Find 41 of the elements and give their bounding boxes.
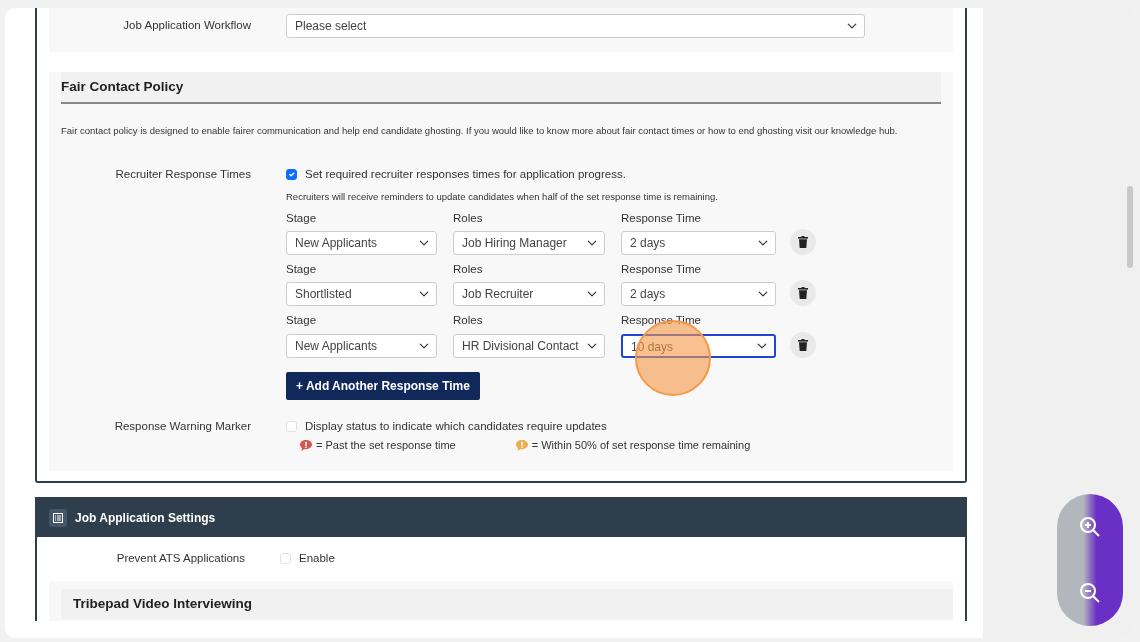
add-response-time-button[interactable]: + Add Another Response Time xyxy=(286,371,480,400)
time-select[interactable]: 2 days xyxy=(621,282,776,307)
delete-button[interactable] xyxy=(790,280,816,307)
field-label: Stage xyxy=(286,210,318,226)
trash-icon xyxy=(798,338,808,351)
role-select[interactable]: Job Hiring Manager xyxy=(453,231,605,255)
field-label: Roles xyxy=(453,210,484,226)
workflow-select[interactable]: Please select xyxy=(286,14,865,38)
section-title: Job Application Settings xyxy=(75,510,216,528)
role-select[interactable]: Job Recruiter xyxy=(453,282,605,307)
checkbox[interactable] xyxy=(286,169,297,181)
stage-select[interactable]: New Applicants xyxy=(286,333,437,358)
field-label: Roles xyxy=(453,262,484,277)
trash-icon xyxy=(798,236,808,248)
field-label: Roles xyxy=(453,313,484,329)
time-select[interactable]: 2 days xyxy=(621,231,776,255)
section-title: Fair Contact Policy xyxy=(61,72,941,105)
field-label: Stage xyxy=(286,313,318,329)
description: Fair contact policy is designed to enable fairer communication and help end candidate ghosting. If you would like to know more about fair contact times or how to end ghosting visit our knowledge hub. xyxy=(61,124,899,139)
hint-text: Recruiters will receive reminders to update candidates when half of the set response time is remaining. xyxy=(286,189,719,204)
field-label: Response Time xyxy=(621,210,702,226)
delete-button[interactable] xyxy=(790,331,816,358)
list-icon xyxy=(49,509,67,528)
legend-text: = Within 50% of set response time remaining xyxy=(531,437,751,453)
delete-button[interactable] xyxy=(790,229,816,255)
section-title: Tribepad Video Interviewing xyxy=(61,588,953,619)
field-label: Prevent ATS Applications xyxy=(115,551,246,567)
field-label: Response Warning Marker xyxy=(113,418,252,434)
scrollbar[interactable] xyxy=(1127,186,1133,268)
trash-icon xyxy=(798,287,808,300)
field-label: Recruiter Response Times xyxy=(114,167,252,183)
legend-text: = Past the set response time xyxy=(316,437,456,453)
field-label: Job Application Workflow xyxy=(122,18,252,34)
field-label: Response Time xyxy=(621,262,702,277)
checkbox-label: Set required recruiter responses times for application progress. xyxy=(305,167,626,183)
stage-select[interactable]: New Applicants xyxy=(286,231,437,255)
role-select[interactable]: HR Divisional Contact xyxy=(453,333,605,358)
stage-select[interactable]: Shortlisted xyxy=(286,282,437,307)
checkbox-label: Enable xyxy=(299,551,335,567)
checkbox-label: Display status to indicate which candidates require updates xyxy=(305,418,607,434)
field-label: Stage xyxy=(286,262,318,277)
